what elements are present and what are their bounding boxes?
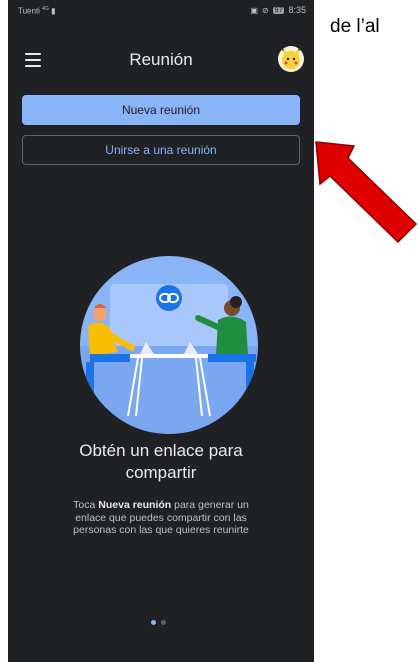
page-title: Reunión xyxy=(129,50,193,69)
empty-state-description: Toca Nueva reunión para generar un enlac… xyxy=(60,499,262,537)
nfc-icon: ▣ xyxy=(250,5,258,15)
carrier-label: Tuenti 4G ▮ xyxy=(18,6,56,16)
meeting-illustration xyxy=(80,256,258,434)
pikachu-avatar-icon xyxy=(281,48,301,69)
mute-icon: ⊘ xyxy=(261,5,269,15)
new-meeting-button[interactable]: Nueva reunión xyxy=(22,95,300,125)
network-type-label: 4G xyxy=(42,6,49,12)
phone-screen: Tuenti 4G ▮ ▣ ⊘ 97 8:35 Reunión Nueva re… xyxy=(8,0,314,662)
page-indicator xyxy=(151,620,166,625)
clock: 8:35 xyxy=(288,5,306,15)
battery-indicator: 97 xyxy=(272,6,285,14)
page-dot-2[interactable] xyxy=(161,620,166,625)
status-icons: ▣ ⊘ 97 8:35 xyxy=(250,5,306,15)
page-dot-1[interactable] xyxy=(151,620,156,625)
annotation-caption: de l’al xyxy=(330,16,380,37)
app-bar: Reunión xyxy=(8,42,314,78)
avatar[interactable] xyxy=(278,46,304,72)
description-bold: Nueva reunión xyxy=(98,499,172,511)
empty-state-headline: Obtén un enlace para compartir xyxy=(79,441,243,482)
signal-icon: ▮ xyxy=(51,6,56,16)
description-prefix: Toca xyxy=(73,499,99,511)
join-meeting-button[interactable]: Unirse a una reunión xyxy=(22,135,300,165)
status-bar: Tuenti 4G ▮ ▣ ⊘ 97 8:35 xyxy=(8,0,314,18)
red-arrow-annotation xyxy=(315,141,418,244)
